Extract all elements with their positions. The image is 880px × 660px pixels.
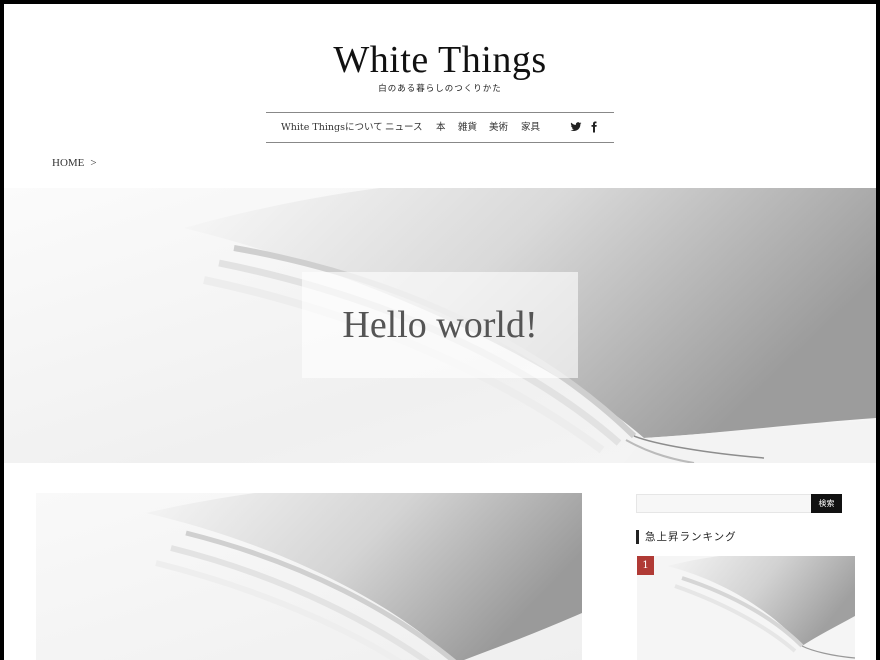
open-book-image [36, 493, 582, 660]
page: White Things 白のある暮らしのつくりかた White Thingsに… [4, 4, 876, 660]
open-book-image [637, 556, 855, 660]
nav-item-furniture[interactable]: 家具 [521, 113, 540, 142]
global-nav: White Thingsについて ニュース 本 雑貨 美術 家具 [266, 112, 614, 143]
nav-item-art[interactable]: 美術 [489, 113, 508, 142]
nav-item-news[interactable]: ニュース [385, 113, 423, 142]
breadcrumb: HOME > [52, 157, 97, 169]
post-title: Hello world! [342, 304, 538, 346]
site-tagline: 白のある暮らしのつくりかた [378, 84, 502, 94]
nav-item-books[interactable]: 本 [436, 113, 446, 142]
nav-item-goods[interactable]: 雑貨 [458, 113, 477, 142]
site-title[interactable]: White Things [4, 38, 876, 82]
ranking-item-thumbnail[interactable] [637, 556, 855, 660]
nav-item-about[interactable]: White Thingsについて [281, 113, 383, 142]
post-thumbnail[interactable] [36, 493, 582, 660]
search-button[interactable]: 検索 [811, 494, 842, 513]
breadcrumb-separator: > [90, 157, 97, 169]
hero-title-box: Hello world! [302, 272, 578, 378]
hero-image: Hello world! [4, 188, 876, 463]
twitter-icon[interactable] [570, 121, 582, 133]
facebook-icon[interactable] [588, 121, 600, 133]
breadcrumb-home-link[interactable]: HOME [52, 157, 84, 169]
ranking-heading: 急上昇ランキング [636, 530, 737, 544]
search-input[interactable] [636, 494, 813, 513]
rank-badge: 1 [637, 556, 654, 575]
